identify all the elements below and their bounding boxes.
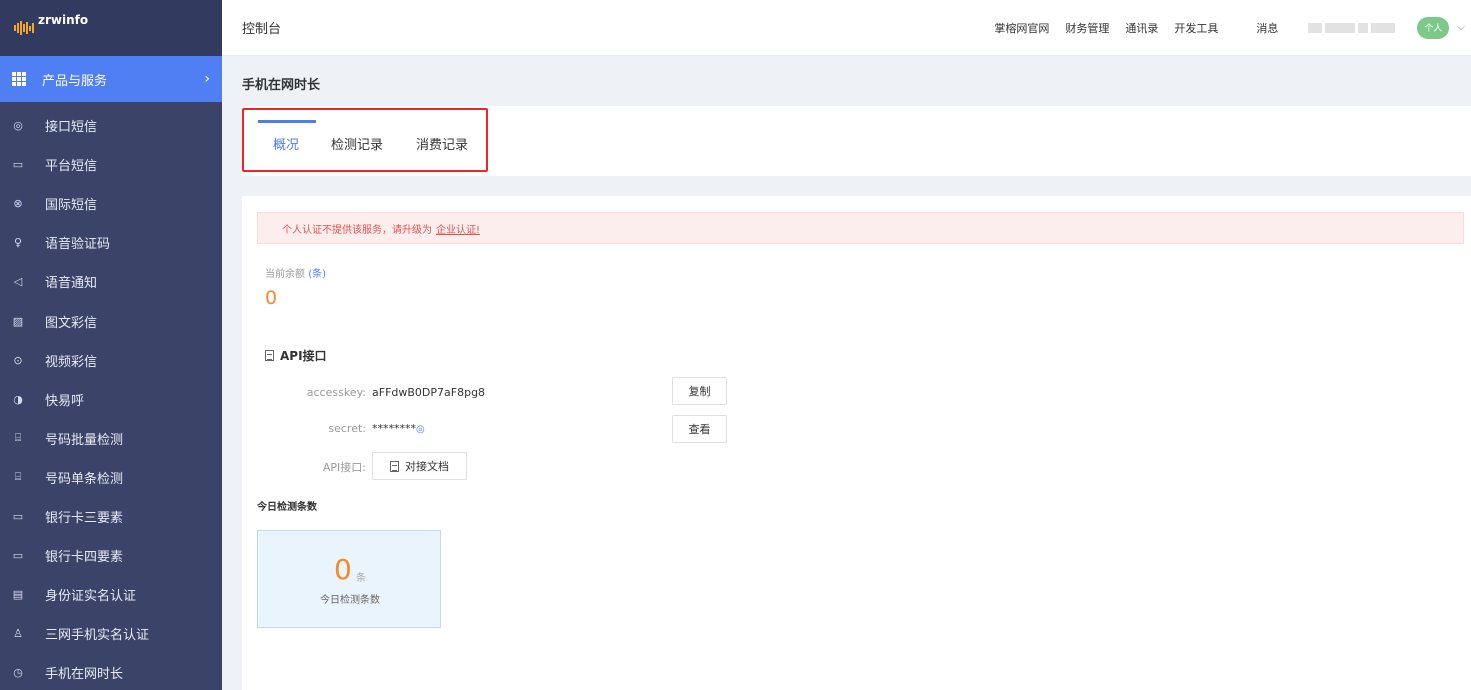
chat-circle-icon: ◎ (13, 119, 23, 133)
sidebar-item-id-verify[interactable]: ▤ 身份证实名认证 (0, 575, 222, 614)
tabs-card: 概况 检测记录 消费记录 (242, 106, 1471, 176)
scan-single-icon: ⌸ (14, 470, 22, 484)
image-icon: ▨ (12, 314, 24, 328)
sidebar-item-mobile-verify[interactable]: ♙ 三网手机实名认证 (0, 614, 222, 653)
nav-products-services-label: 产品与服务 (42, 73, 108, 89)
secret-label: secret: (328, 422, 366, 435)
copy-button[interactable]: 复制 (672, 377, 727, 405)
sidebar-item-label: 银行卡三要素 (45, 510, 124, 526)
today-count-title: 今日检测条数 (257, 502, 317, 513)
secret-value: ********◎ (372, 422, 425, 435)
clock-icon: ◷ (13, 666, 23, 680)
balance-value: 0 (265, 287, 278, 309)
sidebar: zrwinfo 产品与服务 › ◎ 接口短信 ▭ 平台短信 ⊗ 国际短信 ♀ 语音验证码… (0, 0, 222, 690)
top-header: 控制台 掌榕网官网 财务管理 通讯录 开发工具 消息 个人 ⌵ (222, 0, 1471, 56)
sidebar-item-platform-sms[interactable]: ▭ 平台短信 (0, 145, 222, 184)
avatar[interactable]: 个人 (1417, 16, 1450, 39)
balance-label: 当前余额 (条) (265, 265, 326, 280)
header-link-contacts[interactable]: 通讯录 (1125, 20, 1158, 36)
api-doc-button[interactable]: 对接文档 (372, 452, 467, 480)
user-check-icon: ♙ (13, 627, 23, 641)
sidebar-item-label: 图文彩信 (45, 315, 98, 331)
tab-active-indicator (258, 120, 316, 123)
globe-icon: ⊗ (13, 197, 23, 211)
phone-circle-icon: ◑ (13, 392, 23, 406)
speaker-icon: ◁ (13, 275, 23, 289)
sidebar-item-label: 快易呼 (45, 393, 85, 409)
sidebar-item-api-sms[interactable]: ◎ 接口短信 (0, 106, 222, 145)
sidebar-item-intl-sms[interactable]: ⊗ 国际短信 (0, 184, 222, 223)
play-circle-icon: ⊙ (13, 353, 23, 367)
header-title: 控制台 (242, 22, 282, 37)
api-title-text: API接口 (280, 349, 327, 363)
sidebar-item-label: 三网手机实名认证 (45, 628, 150, 644)
sidebar-item-single-check[interactable]: ⌸ 号码单条检测 (0, 458, 222, 497)
today-count-card: 0 条 今日检测条数 (257, 530, 441, 628)
header-link-official-site[interactable]: 掌榕网官网 (994, 20, 1049, 36)
today-count-label: 今日检测条数 (320, 595, 380, 606)
accesskey-value: aFFdwB0DP7aF8pg8 (372, 386, 486, 399)
sidebar-item-batch-check[interactable]: ⌸ 号码批量检测 (0, 419, 222, 458)
sidebar-item-label: 语音验证码 (45, 237, 111, 253)
document-icon (390, 460, 399, 472)
id-card-icon: ▤ (12, 588, 24, 602)
api-doc-label: API接口: (322, 461, 366, 474)
api-section-title: API接口 (265, 347, 327, 364)
sidebar-item-bank-four[interactable]: ▭ 银行卡四要素 (0, 536, 222, 575)
logo[interactable]: zrwinfo (0, 0, 222, 56)
balance-label-text: 当前余额 (265, 269, 305, 280)
sidebar-item-label: 视频彩信 (45, 354, 98, 370)
secret-masked: ******** (372, 422, 416, 435)
sidebar-item-bank-three[interactable]: ▭ 银行卡三要素 (0, 497, 222, 536)
api-doc-button-label: 对接文档 (405, 460, 449, 473)
card-icon: ▭ (12, 509, 24, 523)
sidebar-item-voice-code[interactable]: ♀ 语音验证码 (0, 223, 222, 262)
upgrade-alert: 个人认证不提供该服务，请升级为 企业认证! (257, 212, 1464, 244)
sidebar-item-online-duration[interactable]: ◷ 手机在网时长 (0, 653, 222, 690)
header-link-finance[interactable]: 财务管理 (1065, 20, 1109, 36)
microphone-icon: ♀ (13, 236, 23, 250)
sidebar-item-label: 银行卡四要素 (45, 550, 124, 566)
sidebar-item-label: 平台短信 (45, 159, 98, 175)
header-link-dev-tools[interactable]: 开发工具 (1174, 20, 1218, 36)
view-button[interactable]: 查看 (672, 415, 727, 443)
card-icon: ▭ (12, 549, 24, 563)
chevron-right-icon: › (204, 71, 210, 87)
sidebar-item-voice-notify[interactable]: ◁ 语音通知 (0, 262, 222, 301)
sidebar-item-image-mms[interactable]: ▨ 图文彩信 (0, 301, 222, 340)
tab-overview[interactable]: 概况 (273, 134, 299, 153)
document-icon (265, 350, 274, 361)
today-count-unit: 条 (356, 573, 366, 584)
enterprise-auth-link[interactable]: 企业认证! (436, 221, 480, 236)
sidebar-menu: ◎ 接口短信 ▭ 平台短信 ⊗ 国际短信 ♀ 语音验证码 ◁ 语音通知 ▨ 图文彩信 ⊙ 视频… (0, 102, 222, 690)
nav-products-services[interactable]: 产品与服务 › (0, 56, 222, 102)
page-title: 手机在网时长 (242, 78, 321, 93)
chevron-down-icon[interactable]: ⌵ (1457, 22, 1465, 33)
header-nav: 掌榕网官网 财务管理 通讯录 开发工具 消息 个人 ⌵ (994, 16, 1471, 39)
chat-bubble-icon: ▭ (12, 158, 24, 172)
sidebar-item-label: 号码单条检测 (45, 471, 124, 487)
sidebar-item-label: 国际短信 (45, 198, 98, 214)
sidebar-item-video-mms[interactable]: ⊙ 视频彩信 (0, 341, 222, 380)
alert-text: 个人认证不提供该服务，请升级为 (282, 224, 432, 236)
sidebar-item-label: 号码批量检测 (45, 432, 124, 448)
logo-mark-icon (14, 21, 34, 35)
balance-unit: (条) (308, 269, 326, 280)
sidebar-item-label: 接口短信 (45, 120, 98, 136)
eye-icon[interactable]: ◎ (416, 424, 425, 435)
today-count-value: 0 (334, 553, 352, 586)
username-redacted (1308, 22, 1396, 33)
logo-text: zrwinfo (38, 13, 89, 27)
sidebar-item-quick-call[interactable]: ◑ 快易呼 (0, 380, 222, 419)
scan-icon: ⌸ (14, 431, 22, 445)
sidebar-item-label: 身份证实名认证 (45, 589, 137, 605)
tab-consumption-records[interactable]: 消费记录 (416, 134, 468, 153)
tab-check-records[interactable]: 检测记录 (331, 134, 383, 153)
accesskey-label: accesskey: (306, 386, 366, 399)
grid-icon (12, 72, 26, 86)
header-messages[interactable]: 消息 (1256, 20, 1278, 36)
overview-panel: 个人认证不提供该服务，请升级为 企业认证! 当前余额 (条) 0 API接口 a… (242, 196, 1471, 690)
sidebar-item-label: 手机在网时长 (45, 667, 124, 683)
sidebar-item-label: 语音通知 (45, 276, 98, 292)
